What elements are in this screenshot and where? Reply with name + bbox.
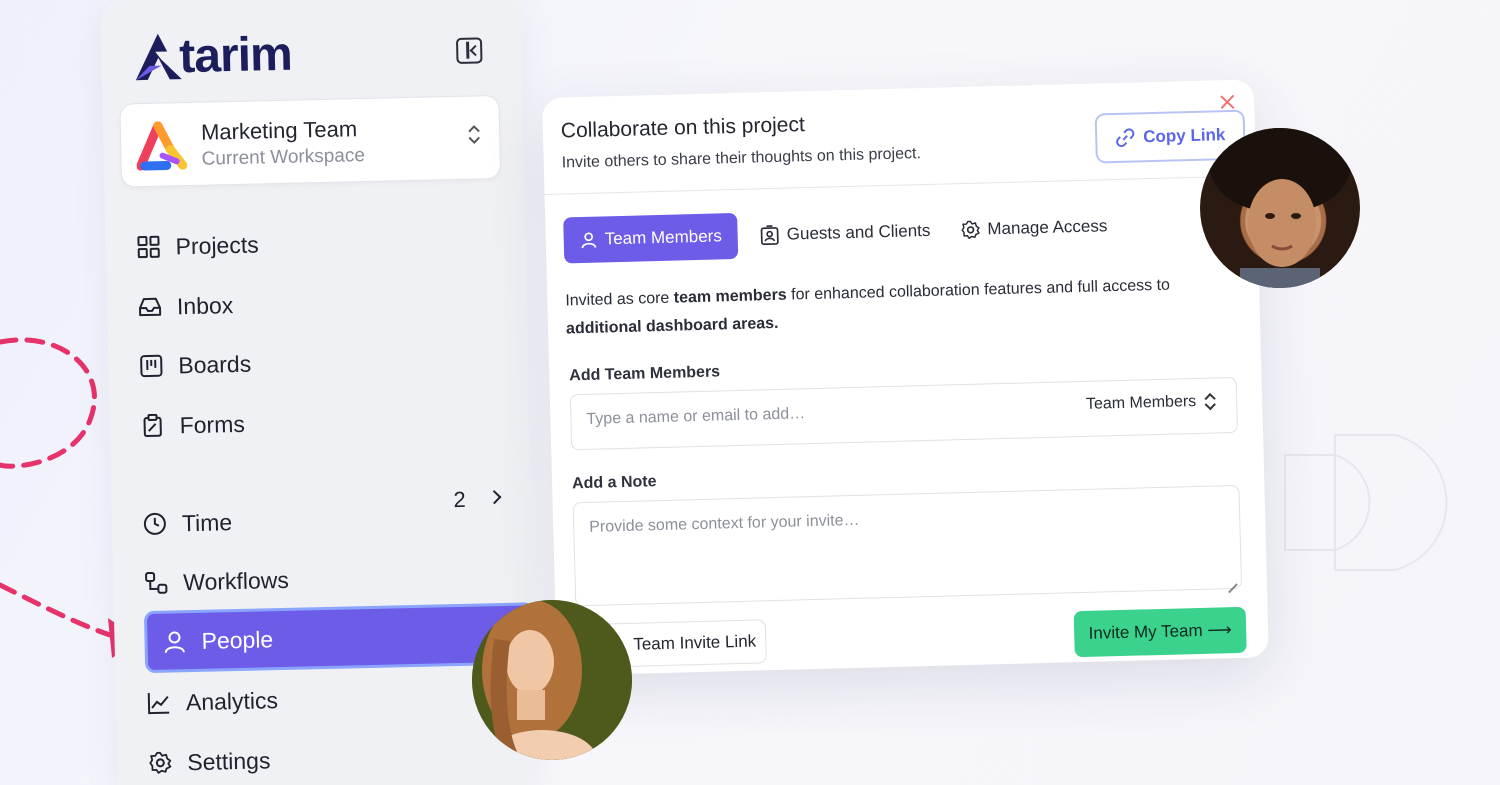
tab-bar: Team Members Guests and Clients Manage A…: [563, 202, 1138, 264]
inbox-icon: [137, 294, 164, 321]
chevron-right-icon[interactable]: [487, 490, 502, 505]
collapse-sidebar-button[interactable]: [455, 37, 483, 64]
invite-my-team-button[interactable]: Invite My Team ⟶: [1073, 606, 1247, 658]
sidebar-item-label: Projects: [175, 230, 259, 259]
tab-description: Invited as core team members for enhance…: [565, 270, 1226, 343]
workflow-icon: [143, 570, 170, 597]
sidebar-item-analytics[interactable]: Analytics: [146, 680, 279, 723]
divider: [544, 175, 1257, 195]
sidebar-item-label: Time: [181, 508, 233, 536]
sidebar-item-workflows[interactable]: Workflows: [143, 560, 290, 603]
sidebar-item-settings[interactable]: Settings: [147, 740, 271, 783]
clipboard-icon: [139, 413, 166, 440]
resize-handle[interactable]: [1227, 574, 1237, 584]
tab-label: Manage Access: [987, 216, 1108, 239]
logo-text: tarim: [178, 27, 293, 83]
modal-subtitle: Invite others to share their thoughts on…: [561, 145, 922, 172]
tab-team-members[interactable]: Team Members: [563, 212, 739, 264]
avatar-woman-photo: [472, 600, 632, 760]
gear-icon: [960, 220, 981, 241]
time-count-badge: 2: [453, 486, 466, 513]
sidebar-item-label: Boards: [178, 350, 252, 378]
note-placeholder: Provide some context for your invite…: [589, 511, 860, 536]
sidebar-item-time[interactable]: Time: [141, 502, 232, 544]
note-label: Add a Note: [571, 473, 657, 493]
decorative-background-shapes: [1284, 434, 1448, 571]
role-select[interactable]: Team Members: [1086, 392, 1217, 413]
tab-label: Guests and Clients: [786, 220, 931, 244]
tab-label: Team Members: [604, 226, 723, 249]
sidebar-item-label: Analytics: [185, 686, 279, 715]
atarim-logo: tarim: [131, 24, 293, 88]
description-bold-team-members: team members: [673, 286, 787, 307]
add-members-input[interactable]: Type a name or email to add… Team Member…: [569, 376, 1239, 451]
invite-link-label: Team Invite Link: [633, 631, 757, 654]
tab-guests-and-clients[interactable]: Guests and Clients: [760, 220, 931, 246]
description-bold-dashboard: additional dashboard areas.: [565, 314, 779, 338]
workspace-switcher[interactable]: Marketing Team Current Workspace: [119, 94, 502, 188]
badge-icon: [760, 225, 781, 246]
person-icon: [161, 628, 188, 655]
add-members-label: Add Team Members: [569, 363, 721, 385]
sidebar-item-label: Settings: [187, 746, 271, 775]
person-icon: [579, 231, 597, 249]
avatar-man-photo: [1200, 128, 1360, 288]
grid-icon: [135, 234, 162, 261]
sidebar-item-label: Inbox: [176, 291, 234, 319]
link-icon: [1115, 127, 1136, 148]
workspace-logo-icon: [136, 121, 188, 171]
note-textarea[interactable]: Provide some context for your invite…: [572, 484, 1243, 607]
sidebar-item-label: People: [201, 625, 274, 654]
sidebar-item-label: Forms: [179, 410, 246, 438]
invite-team-label: Invite My Team ⟶: [1088, 620, 1232, 643]
description-text: Invited as core: [565, 289, 675, 310]
sidebar-item-label: Workflows: [182, 566, 290, 595]
add-members-placeholder: Type a name or email to add…: [586, 405, 806, 428]
atarim-a-logo-icon: [135, 33, 182, 81]
sidebar-item-boards[interactable]: Boards: [138, 344, 252, 387]
tab-manage-access[interactable]: Manage Access: [960, 216, 1108, 241]
collaborate-modal: Collaborate on this project Invite other…: [542, 79, 1269, 676]
chevron-up-down-icon: [1204, 392, 1216, 410]
sidebar-item-forms[interactable]: Forms: [139, 404, 245, 446]
description-text: for enhanced collaboration features and …: [786, 276, 1171, 304]
modal-title: Collaborate on this project: [560, 113, 806, 143]
gear-icon: [147, 750, 174, 777]
workspace-subtitle: Current Workspace: [201, 145, 366, 170]
workspace-name: Marketing Team: [200, 116, 358, 145]
chevron-up-down-icon: [468, 125, 480, 144]
board-icon: [138, 353, 165, 380]
chart-icon: [146, 690, 173, 717]
role-select-value: Team Members: [1085, 392, 1197, 413]
sidebar-item-projects[interactable]: Projects: [135, 224, 259, 267]
sidebar-item-inbox[interactable]: Inbox: [137, 285, 234, 327]
clock-icon: [142, 511, 169, 538]
